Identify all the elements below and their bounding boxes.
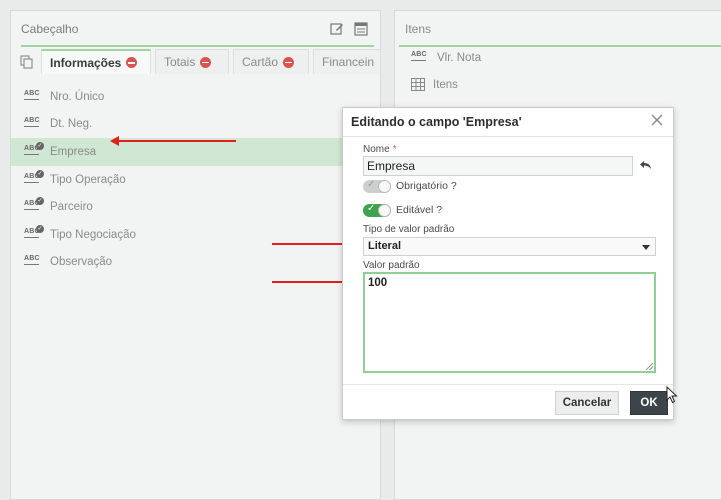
field-label: Observação <box>50 256 113 269</box>
abc-text-icon: ABC <box>411 51 431 65</box>
itens-title: Itens <box>405 22 432 36</box>
close-icon[interactable] <box>650 113 664 127</box>
undo-icon[interactable] <box>639 158 653 172</box>
mouse-cursor-icon <box>666 386 678 404</box>
field-item-observacao[interactable]: ABC Observação <box>11 249 380 277</box>
tab-label: Informações <box>50 55 122 70</box>
ok-button[interactable]: OK <box>630 391 668 415</box>
abc-editable-text-icon: ABC ✓ <box>24 169 44 187</box>
annotation-arrow-valor <box>272 277 360 287</box>
obrigatorio-toggle[interactable]: ✓ <box>363 179 391 193</box>
dialog-title: Editando o campo 'Empresa' <box>343 108 673 137</box>
toggle-knob <box>378 204 391 217</box>
tab-bar: Informações Totais Cartão Financein <box>11 49 381 75</box>
valor-padrao-label: Valor padrão <box>363 260 420 271</box>
tab-cartao[interactable]: Cartão <box>233 49 309 74</box>
select-value: Literal <box>368 240 402 252</box>
check-icon: ✓ <box>367 179 376 190</box>
edit-field-dialog: Editando o campo 'Empresa' Nome * Empresa… <box>342 107 674 420</box>
field-item-empresa[interactable]: ABC ✓ Empresa <box>11 138 380 166</box>
valor-padrao-textarea[interactable]: 100 <box>363 272 656 373</box>
tab-label: Financein <box>322 55 375 69</box>
remove-tab-icon[interactable] <box>283 56 295 68</box>
item-itens[interactable]: Itens <box>411 78 458 91</box>
grid-icon <box>411 78 425 91</box>
abc-text-icon: ABC <box>24 117 44 131</box>
itens-header: Itens <box>395 11 721 47</box>
resize-grip-icon[interactable] <box>646 363 653 370</box>
header-divider <box>21 45 374 47</box>
field-label: Empresa <box>50 145 97 158</box>
tab-financeiro[interactable]: Financein <box>313 49 381 74</box>
field-label: Tipo Operação <box>50 173 126 186</box>
edit-icon[interactable] <box>330 22 344 36</box>
annotation-arrow-tipo <box>272 239 360 249</box>
nome-label: Nome * <box>363 144 397 155</box>
editavel-label: Editável ? <box>396 204 443 216</box>
field-label: Tipo Negociação <box>50 228 136 241</box>
nome-label-text: Nome <box>363 144 390 155</box>
dialog-footer <box>343 384 673 419</box>
toggle-knob <box>378 180 391 193</box>
field-label: Parceiro <box>50 201 93 214</box>
form-layout-icon[interactable] <box>354 22 368 36</box>
tab-label: Totais <box>164 55 196 69</box>
check-icon: ✓ <box>367 203 376 214</box>
cancel-button[interactable]: Cancelar <box>555 391 619 415</box>
nome-input[interactable]: Empresa <box>363 156 633 176</box>
field-item-nro-unico[interactable]: ABC Nro. Único <box>11 83 380 111</box>
chevron-down-icon <box>642 245 650 250</box>
cabecalho-panel: Cabeçalho Informações Totais Cartão Fina… <box>10 10 381 500</box>
tipo-valor-select[interactable]: Literal <box>363 237 656 256</box>
cabecalho-title: Cabeçalho <box>21 22 79 36</box>
field-label: Nro. Único <box>50 90 105 103</box>
editavel-toggle[interactable]: ✓ <box>363 203 391 217</box>
item-label: Vlr. Nota <box>437 52 482 64</box>
textarea-value: 100 <box>368 277 388 289</box>
obrigatorio-label: Obrigatório ? <box>396 180 457 192</box>
required-star: * <box>392 144 397 155</box>
tab-totais[interactable]: Totais <box>155 49 229 74</box>
header-divider <box>399 45 721 47</box>
cabecalho-header: Cabeçalho <box>11 11 380 47</box>
abc-text-icon: ABC <box>24 90 44 104</box>
tipo-valor-label: Tipo de valor padrão <box>363 224 455 235</box>
tab-informacoes[interactable]: Informações <box>41 49 151 74</box>
item-label: Itens <box>433 78 458 91</box>
field-list: ABC Nro. Único ABC Dt. Neg. ABC ✓ Empresa… <box>11 83 380 276</box>
abc-editable-text-icon: ABC ✓ <box>24 141 44 159</box>
tab-label: Cartão <box>242 55 279 69</box>
abc-editable-text-icon: ABC ✓ <box>24 197 44 214</box>
field-item-dt-neg[interactable]: ABC Dt. Neg. <box>11 111 380 139</box>
field-label: Dt. Neg. <box>50 118 93 131</box>
remove-tab-icon[interactable] <box>200 56 212 68</box>
field-item-parceiro[interactable]: ABC ✓ Parceiro <box>11 193 380 221</box>
abc-editable-text-icon: ABC ✓ <box>24 224 44 242</box>
field-item-tipo-operacao[interactable]: ABC ✓ Tipo Operação <box>11 166 380 194</box>
abc-text-icon: ABC <box>24 255 44 269</box>
annotation-arrow-empresa <box>110 136 236 146</box>
item-vlr-nota[interactable]: ABC Vlr. Nota <box>411 51 481 65</box>
remove-tab-icon[interactable] <box>126 57 138 68</box>
